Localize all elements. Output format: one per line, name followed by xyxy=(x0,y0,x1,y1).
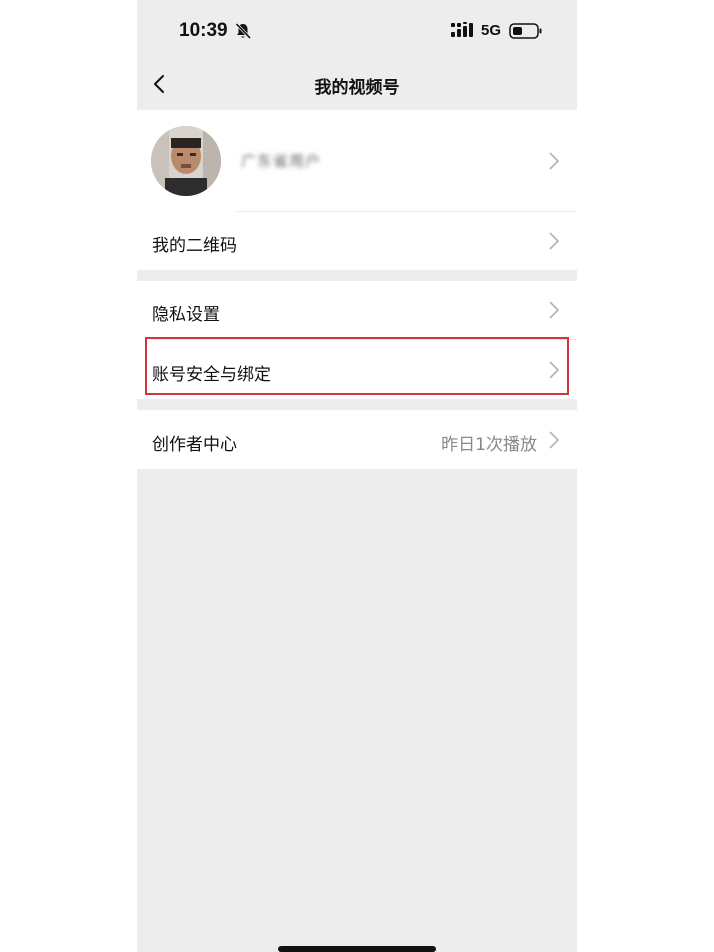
avatar xyxy=(151,126,221,196)
profile-name: 广东省用户 xyxy=(241,152,322,170)
privacy-settings-label: 隐私设置 xyxy=(152,305,220,325)
page-title: 我的视频号 xyxy=(314,78,400,98)
status-bar: 10:39 5G xyxy=(137,0,577,60)
creator-section: 创作者中心 昨日1次播放 xyxy=(137,410,577,469)
chevron-right-icon xyxy=(549,301,559,319)
chevron-right-icon xyxy=(549,232,559,250)
network-label: 5G xyxy=(481,22,502,39)
avatar-image xyxy=(151,126,221,196)
profile-row[interactable]: 广东省用户 xyxy=(137,110,577,211)
chevron-right-icon xyxy=(549,152,559,170)
profile-section: 广东省用户 我的二维码 xyxy=(137,110,577,270)
qrcode-row[interactable]: 我的二维码 xyxy=(137,212,577,270)
creator-center-stat: 昨日1次播放 xyxy=(441,435,537,455)
creator-center-row[interactable]: 创作者中心 昨日1次播放 xyxy=(137,410,577,469)
privacy-settings-row[interactable]: 隐私设置 xyxy=(137,281,577,339)
account-security-label: 账号安全与绑定 xyxy=(152,365,271,385)
battery-icon xyxy=(509,23,542,39)
signal-icon xyxy=(451,22,473,37)
phone-screen: 10:39 5G 我的视频号 广东省用户 我的二维码 隐私设置 账号安全与绑定 … xyxy=(137,0,577,952)
account-security-row[interactable]: 账号安全与绑定 xyxy=(137,340,577,399)
bell-slash-icon xyxy=(235,22,252,40)
creator-center-label: 创作者中心 xyxy=(152,435,237,455)
settings-section: 隐私设置 账号安全与绑定 xyxy=(137,281,577,399)
qrcode-label: 我的二维码 xyxy=(152,236,237,256)
home-indicator xyxy=(278,946,436,952)
chevron-right-icon xyxy=(549,431,559,449)
nav-bar: 我的视频号 xyxy=(137,60,577,108)
chevron-right-icon xyxy=(549,361,559,379)
status-time: 10:39 xyxy=(179,20,228,41)
